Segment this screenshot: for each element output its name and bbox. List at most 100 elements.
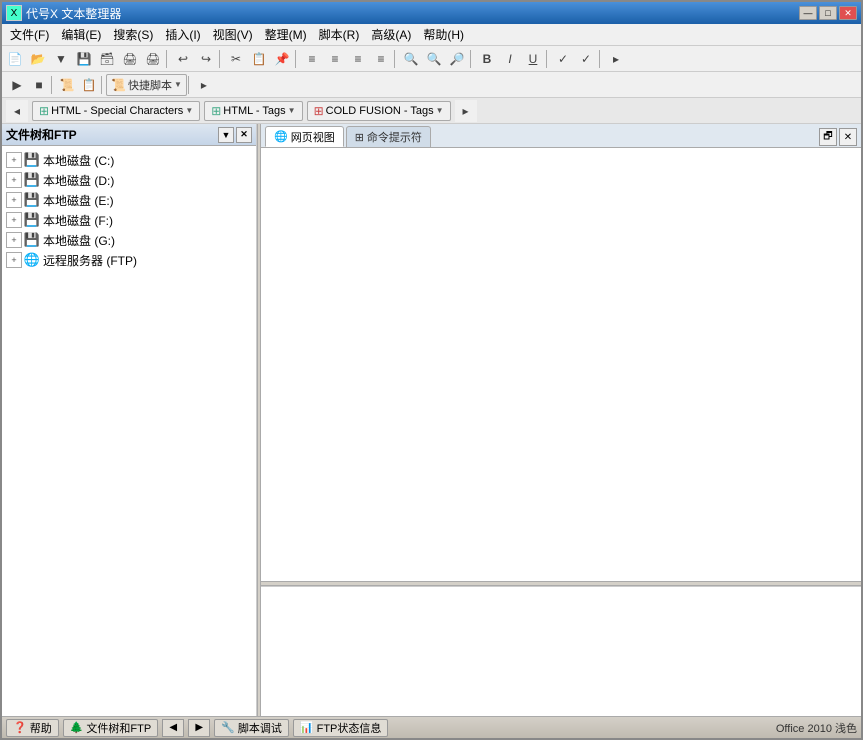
- copy-btn[interactable]: 📋: [248, 48, 270, 70]
- status-help-tab[interactable]: ❓ 帮助: [6, 719, 59, 737]
- close-button[interactable]: ✕: [839, 6, 857, 20]
- open-btn[interactable]: 📂: [27, 48, 49, 70]
- find2-btn[interactable]: 🔍: [423, 48, 445, 70]
- status-right-text: Office 2010 浅色: [776, 720, 857, 736]
- tree-label-c: 本地磁盘 (C:): [43, 152, 114, 169]
- expand-c[interactable]: +: [6, 152, 22, 168]
- save-all-btn[interactable]: 🗃: [96, 48, 118, 70]
- status-ftp-tab[interactable]: 📊 FTP状态信息: [293, 719, 388, 737]
- menu-file[interactable]: 文件(F): [4, 24, 55, 45]
- tab-bar: 🌐 网页视图 ⊞ 命令提示符 🗗 ✕: [261, 124, 861, 148]
- replace-btn[interactable]: 🔎: [446, 48, 468, 70]
- expand-e[interactable]: +: [6, 192, 22, 208]
- toolbar-main: 📄 📂 ▼ 💾 🗃 🖨 🖨 ↩ ↪ ✂ 📋 📌 ≡ ≡ ≡ ≡ 🔍 🔍 🔎 B …: [2, 46, 861, 72]
- sep5: [470, 50, 474, 68]
- bold-btn[interactable]: B: [476, 48, 498, 70]
- tab-webpage-label: 网页视图: [291, 129, 335, 145]
- menu-organize[interactable]: 整理(M): [259, 24, 313, 45]
- html-special-chars-btn[interactable]: ⊞ HTML - Special Characters ▼: [32, 101, 200, 121]
- menu-bar: 文件(F) 编辑(E) 搜索(S) 插入(I) 视图(V) 整理(M) 脚本(R…: [2, 24, 861, 46]
- justify-btn[interactable]: ≡: [370, 48, 392, 70]
- editor-content-top[interactable]: [261, 148, 861, 581]
- align-center-btn[interactable]: ≡: [324, 48, 346, 70]
- menu-view[interactable]: 视图(V): [207, 24, 259, 45]
- menu-advanced[interactable]: 高级(A): [365, 24, 417, 45]
- nav-back-btn[interactable]: ◀: [162, 719, 184, 737]
- sidebar-close-icon: ✕: [240, 129, 248, 140]
- script1-btn[interactable]: 📜: [56, 74, 78, 96]
- sidebar-dropdown-btn[interactable]: ▼: [218, 127, 234, 143]
- status-debug-tab[interactable]: 🔧 脚本调试: [214, 719, 289, 737]
- redo-btn[interactable]: ↪: [195, 48, 217, 70]
- align-right-btn[interactable]: ≡: [347, 48, 369, 70]
- html-toolbar-more-right[interactable]: ▸: [455, 100, 477, 122]
- app-icon: X: [6, 5, 22, 21]
- undo-btn[interactable]: ↩: [172, 48, 194, 70]
- maximize-button[interactable]: □: [819, 6, 837, 20]
- tree-item-d[interactable]: + 💾 本地磁盘 (D:): [4, 170, 254, 190]
- tab-bar-end: 🗗 ✕: [819, 128, 857, 147]
- tab-cmd-label: 命令提示符: [367, 129, 422, 145]
- webpage-view-pane: [261, 148, 861, 581]
- tree-item-c[interactable]: + 💾 本地磁盘 (C:): [4, 150, 254, 170]
- tab-restore-btn[interactable]: 🗗: [819, 128, 837, 146]
- menu-search[interactable]: 搜索(S): [107, 24, 159, 45]
- sep9: [101, 76, 105, 94]
- tab-cmd-icon: ⊞: [355, 131, 364, 144]
- expand-ftp[interactable]: +: [6, 252, 22, 268]
- more-btn[interactable]: ▸: [605, 48, 627, 70]
- drive-icon-c: 💾: [24, 152, 40, 168]
- sidebar-close-btn[interactable]: ✕: [236, 127, 252, 143]
- run-btn[interactable]: ▶: [6, 74, 28, 96]
- tab-command-prompt[interactable]: ⊞ 命令提示符: [346, 126, 431, 147]
- sep8: [51, 76, 55, 94]
- save-btn[interactable]: 💾: [73, 48, 95, 70]
- status-filetree-tab[interactable]: 🌲 文件树和FTP: [63, 719, 158, 737]
- script2-btn[interactable]: 📋: [78, 74, 100, 96]
- tree-item-g[interactable]: + 💾 本地磁盘 (G:): [4, 230, 254, 250]
- menu-insert[interactable]: 插入(I): [159, 24, 206, 45]
- tab-close-btn[interactable]: ✕: [839, 128, 857, 146]
- align-left-btn[interactable]: ≡: [301, 48, 323, 70]
- stop-btn[interactable]: ■: [28, 74, 50, 96]
- expand-g[interactable]: +: [6, 232, 22, 248]
- new-file-btn[interactable]: 📄: [4, 48, 26, 70]
- print2-btn[interactable]: 🖨: [142, 48, 164, 70]
- find-btn[interactable]: 🔍: [400, 48, 422, 70]
- cut-btn[interactable]: ✂: [225, 48, 247, 70]
- expand-d[interactable]: +: [6, 172, 22, 188]
- file-tree-panel: 文件树和FTP ▼ ✕ + 💾 本地磁盘 (C:): [2, 124, 257, 716]
- sep6: [546, 50, 550, 68]
- open-dropdown-btn[interactable]: ▼: [50, 48, 72, 70]
- sidebar-title: 文件树和FTP: [6, 126, 77, 143]
- ftp-icon: 🌐: [24, 252, 40, 268]
- nav-forward-btn[interactable]: ▶: [188, 719, 210, 737]
- tree-label-ftp: 远程服务器 (FTP): [43, 252, 137, 269]
- menu-help[interactable]: 帮助(H): [417, 24, 470, 45]
- sidebar-dropdown-icon: ▼: [222, 130, 231, 140]
- window-controls: — □ ✕: [799, 6, 857, 20]
- tree-item-e[interactable]: + 💾 本地磁盘 (E:): [4, 190, 254, 210]
- italic-btn[interactable]: I: [499, 48, 521, 70]
- title-bar: X 代号X 文本整理器 — □ ✕: [2, 2, 861, 24]
- editor-content-bottom[interactable]: [261, 586, 861, 716]
- html-toolbar-more-left[interactable]: ◂: [6, 100, 28, 122]
- minimize-button[interactable]: —: [799, 6, 817, 20]
- tree-icon-status: 🌲: [70, 721, 84, 734]
- expand-f[interactable]: +: [6, 212, 22, 228]
- html-tags-btn[interactable]: ⊞ HTML - Tags ▼: [204, 101, 302, 121]
- underline-btn[interactable]: U: [522, 48, 544, 70]
- menu-edit[interactable]: 编辑(E): [55, 24, 107, 45]
- tab-restore-icon: 🗗: [823, 129, 832, 146]
- tab-webpage-view[interactable]: 🌐 网页视图: [265, 126, 344, 147]
- menu-script[interactable]: 脚本(R): [313, 24, 366, 45]
- tree-item-f[interactable]: + 💾 本地磁盘 (F:): [4, 210, 254, 230]
- print-btn[interactable]: 🖨: [119, 48, 141, 70]
- spell-btn[interactable]: ✓: [552, 48, 574, 70]
- tree-item-ftp[interactable]: + 🌐 远程服务器 (FTP): [4, 250, 254, 270]
- cold-fusion-tags-btn[interactable]: ⊞ COLD FUSION - Tags ▼: [307, 101, 451, 121]
- quickscript-btn[interactable]: 📜 快捷脚本 ▼: [106, 74, 187, 96]
- paste-btn[interactable]: 📌: [271, 48, 293, 70]
- spell2-btn[interactable]: ✓: [575, 48, 597, 70]
- toolbar2-more-btn[interactable]: ▸: [193, 74, 215, 96]
